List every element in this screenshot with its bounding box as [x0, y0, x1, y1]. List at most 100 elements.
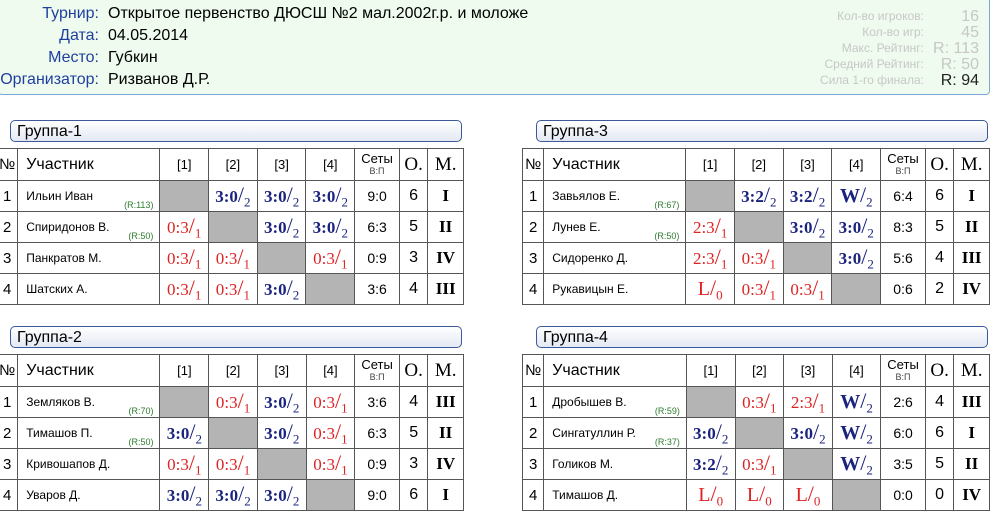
match-result-cell: 0:3/1: [208, 273, 258, 305]
table-header-row: № Участник [1] [2] [3] [4] Сеты В:П О. М.: [521, 354, 990, 387]
row-number: 3: [0, 448, 19, 480]
sets-value: 6:3: [354, 211, 400, 243]
match-result-cell: 3:0/2: [256, 479, 307, 511]
group-title: Группа-1: [10, 120, 462, 142]
table-row: 2 Сингатуллин Р. (R:37) 3:0/2 3:0/2 W/2 6:0 6 I: [521, 417, 990, 449]
match-result-cell: L/0: [734, 479, 785, 511]
match-result-cell: 0:3/1: [208, 242, 258, 274]
self-match-cell: [783, 448, 833, 480]
match-points: 1: [243, 462, 251, 478]
row-number: 4: [0, 479, 19, 511]
match-points: 2: [721, 462, 729, 478]
self-match-cell: [305, 273, 356, 305]
match-result-cell: 3:0/2: [159, 417, 210, 449]
match-score: 3:0: [838, 217, 862, 237]
col-header-1: [1]: [685, 148, 735, 181]
col-header-4: [4]: [831, 354, 882, 387]
match-result-cell: W/2: [831, 417, 882, 449]
match-score: 3:0: [263, 279, 287, 299]
participant-name: Спиридонов В.: [26, 220, 110, 234]
row-number: 1: [0, 180, 19, 212]
match-score: 0:3: [167, 248, 189, 268]
col-header-points: О.: [924, 354, 955, 387]
place-value: III: [427, 273, 464, 305]
match-points: 2: [244, 194, 251, 210]
participant-cell: Рукавицын Е.: [543, 273, 687, 305]
loss-result: 0:3/1: [741, 275, 776, 302]
table-row: 3 Голиков М. 3:2/2 0:3/1 W/2 3:5 5 II: [521, 448, 990, 480]
row-number: 2: [0, 211, 19, 243]
self-match-cell: [256, 448, 307, 480]
match-result-cell: 3:2/2: [733, 180, 784, 212]
match-score: 3:0: [264, 423, 287, 443]
self-match-cell: [734, 417, 785, 449]
match-result-cell: 3:0/2: [831, 211, 882, 243]
match-result-cell: 0:3/1: [159, 242, 210, 274]
place-value: IV: [953, 479, 990, 511]
table-row: 3 Панкратов М. 0:3/1 0:3/1 0:3/1 0:9 3 IV: [0, 242, 464, 274]
self-match-cell: [733, 211, 784, 243]
participant-rating: (R:50): [128, 231, 154, 241]
points-value: 0: [924, 479, 955, 511]
match-result-cell: 0:3/1: [305, 242, 356, 274]
match-score: 0:3: [167, 217, 189, 237]
win-result: 3:0/2: [215, 182, 251, 210]
points-value: 3: [398, 242, 429, 274]
table-row: 4 Уваров Д. 3:0/2 3:0/2 3:0/2 9:0 6 I: [0, 479, 464, 511]
participant-rating: (R:70): [128, 406, 154, 416]
table-header-row: № Участник [1] [2] [3] [4] Сеты В:П О. М.: [0, 148, 464, 181]
participant-name: Рукавицын Е.: [552, 282, 629, 296]
place-value: IV: [427, 448, 464, 480]
place-value: III: [427, 386, 464, 418]
win-result: W/2: [840, 419, 873, 446]
match-result-cell: 2:3/1: [685, 211, 735, 243]
participant-cell: Шатских А.: [17, 273, 161, 305]
match-score: 0:3: [741, 279, 764, 299]
row-number: 3: [0, 242, 19, 274]
col-header-num: №: [521, 354, 545, 387]
place-value: II: [427, 417, 464, 449]
games-count-value: 45: [961, 24, 979, 41]
sets-value: 3:6: [354, 273, 400, 305]
match-result-cell: 3:0/2: [782, 211, 833, 243]
col-header-participant: Участник: [17, 354, 161, 387]
sets-header-sub: В:П: [369, 165, 385, 176]
group-title: Группа-3: [536, 120, 988, 142]
participant-cell: Спиридонов В. (R:50): [17, 211, 161, 243]
win-result: 3:0/2: [693, 419, 728, 446]
win-result: 3:0/2: [838, 213, 874, 240]
win-result: 3:0/2: [167, 419, 202, 446]
match-points: 1: [243, 400, 251, 416]
match-score: W: [840, 452, 861, 475]
match-result-cell: 0:3/1: [734, 386, 785, 418]
col-header-participant: Участник: [543, 148, 687, 181]
loss-result: 0:3/1: [313, 388, 347, 415]
self-match-cell: [685, 386, 736, 418]
place-value: II: [953, 448, 990, 480]
match-score: 0:3: [790, 279, 813, 299]
match-points: 1: [818, 400, 826, 416]
match-result-cell: W/2: [831, 448, 882, 480]
match-result-cell: L/0: [685, 479, 736, 511]
match-result-cell: 0:3/1: [305, 417, 356, 449]
match-points: 1: [818, 287, 825, 303]
match-points: 1: [341, 462, 348, 478]
match-points: 2: [818, 194, 826, 210]
loss-result: 0:3/1: [216, 244, 250, 271]
row-number: 2: [0, 417, 19, 449]
win-result: W/2: [840, 388, 873, 415]
match-result-cell: 0:3/1: [159, 448, 210, 480]
col-header-3: [3]: [782, 148, 833, 181]
points-value: 4: [398, 386, 429, 418]
match-score: 3:0: [166, 485, 190, 505]
match-score: 0:3: [215, 454, 238, 474]
match-score: 3:0: [312, 186, 336, 206]
col-header-1: [1]: [159, 148, 210, 181]
match-points: 1: [194, 256, 202, 272]
match-points: 2: [292, 225, 300, 241]
participant-rating: (R:113): [124, 200, 154, 210]
participant-cell: Земляков В. (R:70): [17, 386, 161, 418]
match-score: 3:0: [215, 485, 239, 505]
participant-rating: (R:37): [654, 437, 680, 447]
table-row: 2 Лунев Е. (R:50) 2:3/1 3:0/2 3:0/2 8:3 5 II: [521, 211, 990, 243]
